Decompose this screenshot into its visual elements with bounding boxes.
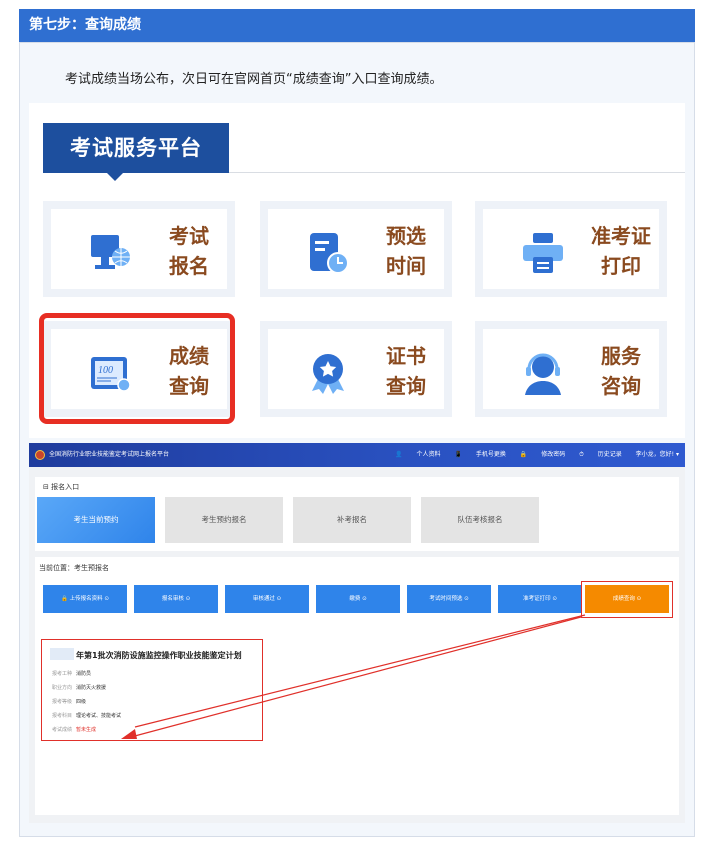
card-preselect-time[interactable]: 预选 时间	[260, 201, 452, 297]
tab-booking-signup[interactable]: 考生预约报名	[165, 497, 283, 543]
plan-title: 年第1批次消防设施监控操作职业技能鉴定计划	[76, 651, 242, 660]
link-change-password[interactable]: 🔒 修改密码	[520, 451, 565, 458]
breadcrumb: 当前位置：考生预报名	[39, 564, 109, 572]
user-greeting[interactable]: 李小龙，您好! ▾	[636, 451, 679, 458]
card-exam-signup[interactable]: 考试 报名	[43, 201, 235, 297]
link-history[interactable]: ⏱ 历史记录	[579, 451, 622, 458]
medal-icon	[312, 354, 344, 394]
card-cert-query[interactable]: 证书 查询	[260, 321, 452, 417]
link-profile[interactable]: 👤 个人资料	[395, 451, 440, 458]
card-label: 预选 时间	[386, 224, 426, 278]
headset-icon	[525, 353, 561, 395]
score-status: 暂未生成	[76, 727, 97, 733]
step-payment[interactable]: 缴费 ⊙	[316, 585, 400, 613]
intro-text: 考试成绩当场公布，次日可在官网首页“成绩查询”入口查询成绩。	[65, 72, 443, 87]
year-redacted	[50, 648, 74, 660]
tab-team-signup[interactable]: 队伍考核报名	[421, 497, 539, 543]
card-label: 准考证 打印	[591, 224, 651, 278]
plan-row: 报考等级 四级	[52, 699, 87, 705]
app-title: 全国消防行业职业技能鉴定考试网上报名平台	[49, 451, 170, 458]
exam-plan-card: 年第1批次消防设施监控操作职业技能鉴定计划 报考工种 消防员 职业方向 消防灭火救援…	[41, 639, 263, 741]
score-query-highlight	[39, 313, 235, 424]
title-divider	[229, 172, 685, 173]
location-panel: 当前位置：考生预报名 🔒 上传报名资料 ⊙ 报名审核 ⊙ 审核通过 ⊙ 缴费 ⊙…	[35, 557, 679, 815]
link-change-phone[interactable]: 📱 手机号更换	[454, 451, 505, 458]
step-admission-print[interactable]: 准考证打印 ⊙	[498, 585, 582, 613]
doc-clock-icon	[310, 233, 349, 274]
step-time-preselect[interactable]: 考试时间预选 ⊙	[407, 585, 491, 613]
app-topbar: 全国消防行业职业技能鉴定考试网上报名平台 👤 个人资料 📱 手机号更换 🔒 修改…	[29, 443, 685, 467]
card-service-consult[interactable]: 服务 咨询	[475, 321, 667, 417]
plan-row: 报考工种 消防员	[52, 671, 92, 677]
step-approved[interactable]: 审核通过 ⊙	[225, 585, 309, 613]
plan-row: 职业方向 消防灭火救援	[52, 685, 107, 691]
step-upload-docs[interactable]: 🔒 上传报名资料 ⊙	[43, 585, 127, 613]
card-admission-print[interactable]: 准考证 打印	[475, 201, 667, 297]
step-header: 第七步：查询成绩	[19, 9, 695, 42]
monitor-globe-icon	[91, 235, 130, 269]
card-label: 服务 咨询	[601, 344, 641, 398]
embedded-screenshot: 全国消防行业职业技能鉴定考试网上报名平台 👤 个人资料 📱 手机号更换 🔒 修改…	[29, 443, 685, 823]
card-label: 考试 报名	[169, 224, 209, 278]
signup-entry-panel: ⊟ 报名入口 考生当前预约 考生预约报名 补考报名 队伍考核报名	[35, 477, 679, 551]
service-platform-panel: 考试服务平台 考试 报名 预选 时间 准考证 打印 100 成绩 查询 证书 查…	[29, 103, 685, 438]
entry-heading: ⊟ 报名入口	[43, 483, 80, 491]
plan-row: 报考科目 理论考试、技能考试	[52, 713, 122, 719]
score-row: 考试成绩 暂未生成	[52, 727, 97, 733]
tab-retake-signup[interactable]: 补考报名	[293, 497, 411, 543]
emblem-logo	[35, 450, 45, 460]
card-label: 证书 查询	[386, 344, 426, 398]
printer-icon	[523, 233, 563, 273]
step-content: 考试成绩当场公布，次日可在官网首页“成绩查询”入口查询成绩。 考试服务平台 考试…	[19, 42, 695, 837]
score-step-highlight	[581, 581, 673, 618]
step-review[interactable]: 报名审核 ⊙	[134, 585, 218, 613]
tab-current-booking[interactable]: 考生当前预约	[37, 497, 155, 543]
platform-title: 考试服务平台	[43, 123, 229, 181]
